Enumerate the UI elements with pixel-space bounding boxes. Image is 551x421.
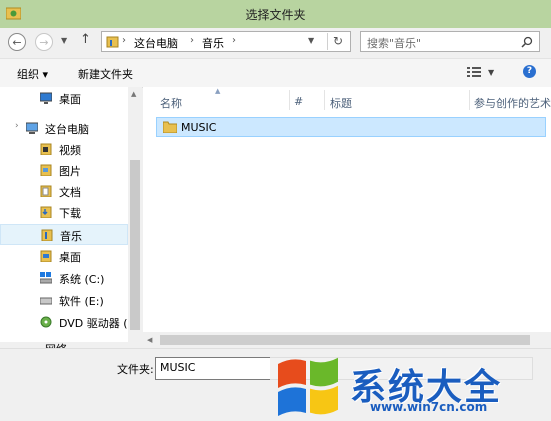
divider	[327, 33, 328, 50]
folder-downloads-icon	[40, 206, 52, 218]
breadcrumb-chevron-icon: ›	[232, 35, 236, 46]
drive-c-icon	[40, 272, 52, 284]
breadcrumb-chevron-icon: ›	[190, 35, 194, 46]
nav-item-music[interactable]: 音乐	[0, 224, 128, 245]
folder-documents-icon	[40, 185, 52, 197]
column-divider[interactable]	[469, 90, 470, 110]
nav-item-videos[interactable]: 视频	[0, 139, 128, 160]
nav-item-drive-c[interactable]: 系统 (C:)	[0, 268, 128, 289]
view-dropdown-icon[interactable]: ▼	[488, 68, 494, 77]
nav-item-documents[interactable]: 文档	[0, 181, 128, 202]
folder-label: 文件夹:	[117, 363, 154, 376]
window-title: 选择文件夹	[245, 8, 306, 22]
recent-dropdown-icon[interactable]: ▼	[61, 36, 67, 45]
breadcrumb-music[interactable]: 音乐	[202, 35, 224, 51]
folder-pictures-icon	[40, 164, 52, 176]
scroll-left-icon[interactable]: ◀	[147, 336, 152, 344]
new-folder-button[interactable]: 新建文件夹	[78, 66, 133, 82]
scroll-up-icon[interactable]: ▲	[131, 90, 136, 98]
address-bar[interactable]: › 这台电脑 › 音乐 › ▼ ↻	[101, 31, 351, 52]
nav-item-desktop-2[interactable]: 桌面	[0, 246, 128, 267]
folder-music-icon	[41, 229, 53, 241]
view-options-icon[interactable]	[467, 67, 481, 77]
column-headers: 名称 ▲ # 标题 参与创作的艺术	[143, 87, 551, 113]
organize-button[interactable]: 组织 ▾	[17, 66, 48, 82]
column-header-number[interactable]: #	[294, 95, 303, 108]
file-row-music[interactable]: MUSIC	[156, 117, 546, 137]
back-button[interactable]: ←	[8, 33, 26, 51]
search-placeholder: 搜索"音乐"	[367, 37, 422, 50]
music-folder-icon	[106, 36, 119, 48]
desktop-icon	[40, 250, 52, 262]
help-icon[interactable]: ?	[523, 65, 536, 78]
up-arrow-icon[interactable]: ↑	[80, 32, 91, 47]
horizontal-scrollbar-thumb[interactable]	[160, 335, 530, 345]
column-header-name[interactable]: 名称	[160, 95, 182, 111]
breadcrumb-this-pc[interactable]: 这台电脑	[134, 35, 178, 51]
nav-item-pictures[interactable]: 图片	[0, 160, 128, 181]
column-divider[interactable]	[289, 90, 290, 110]
search-input[interactable]: 搜索"音乐"	[360, 31, 540, 52]
refresh-icon[interactable]: ↻	[333, 34, 343, 48]
nav-item-network[interactable]: 网络	[0, 340, 128, 348]
column-header-title[interactable]: 标题	[330, 95, 352, 111]
breadcrumb-chevron-icon: ›	[122, 35, 126, 46]
folder-video-icon	[40, 143, 52, 155]
nav-item-dvd[interactable]: DVD 驱动器 (	[0, 312, 128, 333]
nav-item-desktop[interactable]: 桌面	[0, 88, 128, 109]
address-dropdown-icon[interactable]: ▼	[308, 36, 314, 45]
drive-e-icon	[40, 297, 52, 305]
watermark-url: www.win7cn.com	[370, 400, 488, 414]
dvd-drive-icon	[40, 316, 52, 328]
forward-button[interactable]: →	[35, 33, 53, 51]
sort-ascending-icon: ▲	[215, 87, 221, 95]
column-header-artists[interactable]: 参与创作的艺术	[474, 95, 551, 111]
file-name: MUSIC	[181, 121, 217, 134]
folder-icon	[163, 121, 177, 133]
column-divider[interactable]	[324, 90, 325, 110]
computer-icon	[26, 122, 38, 134]
desktop-icon	[40, 92, 52, 104]
search-icon[interactable]	[521, 36, 533, 48]
nav-scrollbar-thumb[interactable]	[130, 160, 140, 330]
expand-chevron-icon[interactable]: ›	[15, 121, 19, 131]
nav-item-this-pc[interactable]: › 这台电脑	[0, 118, 128, 139]
nav-item-drive-e[interactable]: 软件 (E:)	[0, 290, 128, 311]
nav-item-downloads[interactable]: 下载	[0, 202, 128, 223]
